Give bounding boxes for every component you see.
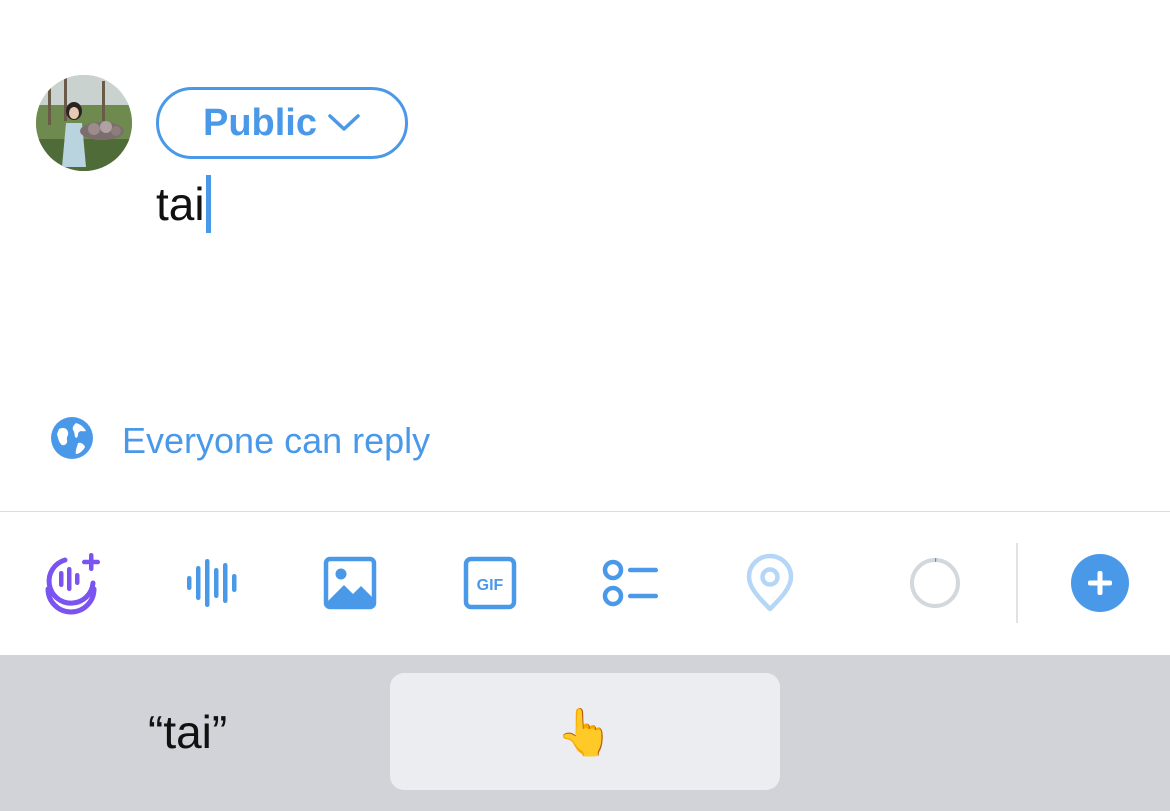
gif-icon[interactable]: GIF <box>455 548 525 618</box>
suggestion-emoji-button[interactable]: 👆 <box>390 673 780 790</box>
suggestion-typed-text[interactable]: “tai” <box>148 705 227 759</box>
poll-icon[interactable] <box>595 548 665 618</box>
globe-icon <box>50 416 94 465</box>
text-cursor <box>205 175 211 233</box>
location-icon <box>735 548 805 618</box>
reply-setting-button[interactable]: Everyone can reply <box>50 416 430 465</box>
tweet-text-input[interactable]: tai <box>156 175 211 233</box>
audience-label: Public <box>202 101 318 144</box>
image-icon[interactable] <box>315 548 385 618</box>
spaces-icon[interactable] <box>36 548 106 618</box>
avatar[interactable] <box>36 75 132 171</box>
pointing-up-emoji-icon: 👆 <box>556 705 614 758</box>
reply-setting-label: Everyone can reply <box>122 419 431 461</box>
compose-screen: Public tai Everyone can reply GIF “tai” … <box>0 0 1170 811</box>
toolbar-divider <box>0 511 1170 512</box>
chevron-down-icon <box>327 113 361 133</box>
gif-label: GIF <box>477 577 504 594</box>
add-thread-icon[interactable] <box>1065 548 1135 618</box>
toolbar-separator <box>1016 543 1018 623</box>
audience-selector-button[interactable]: Public <box>156 87 408 159</box>
character-progress-icon <box>900 548 970 618</box>
audio-wave-icon[interactable] <box>175 548 245 618</box>
tweet-text-value: tai <box>156 178 205 230</box>
